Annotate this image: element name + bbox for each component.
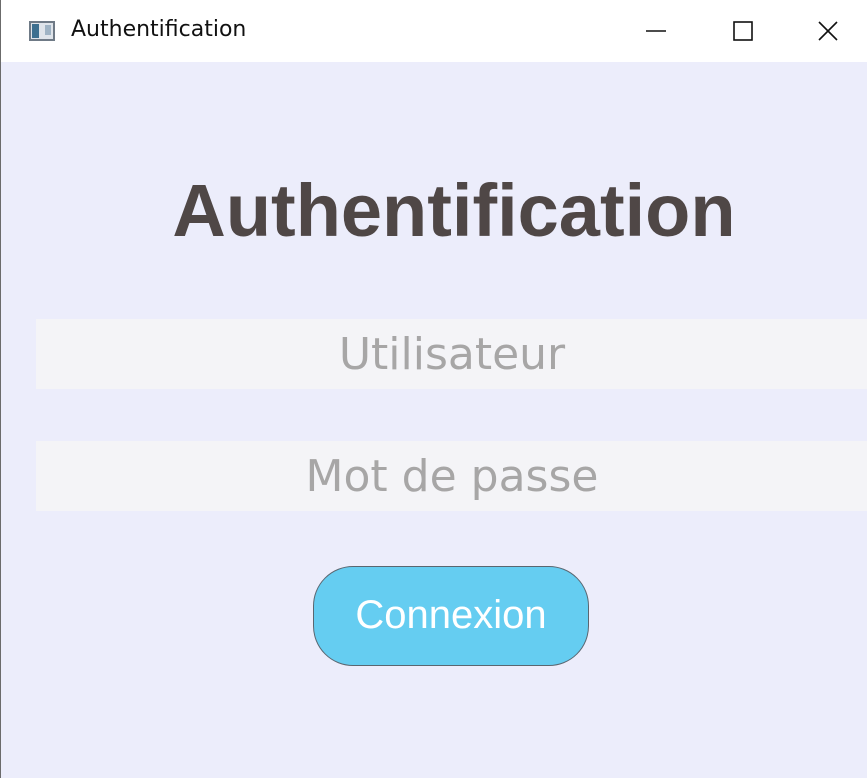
password-input[interactable] <box>36 441 867 511</box>
app-window-icon <box>29 21 55 41</box>
title-bar[interactable]: Authentification <box>1 0 867 62</box>
close-icon <box>817 21 838 41</box>
close-button[interactable] <box>788 0 867 62</box>
minimize-button[interactable] <box>611 0 701 62</box>
window-title: Authentification <box>71 17 247 42</box>
authentication-window: Authentification Authentification Connex… <box>0 0 867 778</box>
page-title: Authentification <box>172 169 736 252</box>
minimize-icon <box>646 30 666 32</box>
maximize-button[interactable] <box>698 0 788 62</box>
username-input[interactable] <box>36 319 867 389</box>
login-button[interactable]: Connexion <box>313 566 589 666</box>
maximize-icon <box>733 21 753 41</box>
